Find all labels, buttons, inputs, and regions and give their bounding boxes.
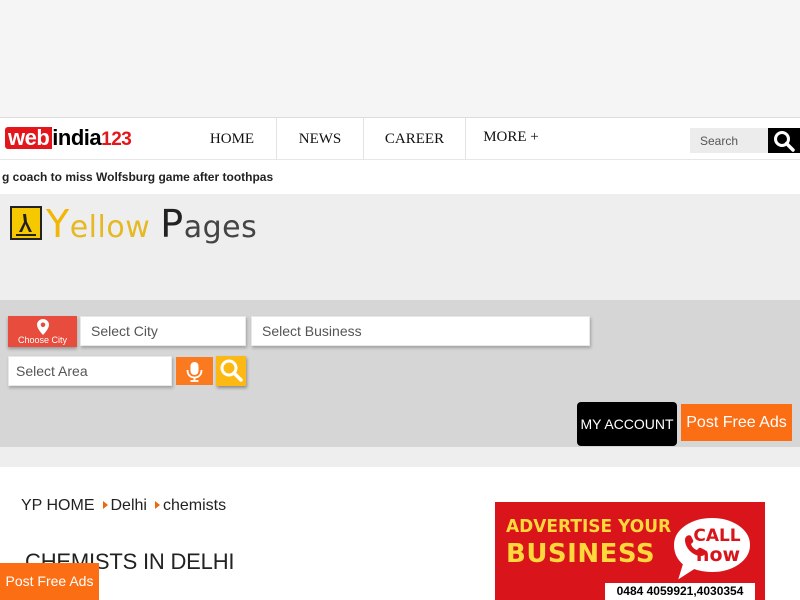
ad-phone-number: 0484 4059921,4030354 xyxy=(605,583,755,600)
ad-headline: ADVERTISE YOUR xyxy=(506,516,672,538)
nav-home[interactable]: HOME xyxy=(188,118,277,160)
section-divider xyxy=(0,447,800,467)
search-panel: Choose City MY ACCOUNT Post Free Ads xyxy=(0,300,800,447)
search-icon xyxy=(220,359,243,382)
breadcrumb-yp-home[interactable]: YP HOME xyxy=(21,497,95,514)
floating-post-free-ads-button[interactable]: Post Free Ads xyxy=(0,563,99,600)
yellow-pages-header: Yellow Pages xyxy=(0,194,800,300)
news-ticker[interactable]: g coach to miss Wolfsburg game after too… xyxy=(0,160,310,194)
breadcrumb: YP HOME Delhi chemists xyxy=(21,497,226,515)
select-business-input[interactable] xyxy=(251,316,590,346)
nav-more[interactable]: MORE + xyxy=(466,118,556,160)
select-area-input[interactable] xyxy=(8,356,172,386)
ad-now-text: now xyxy=(696,544,740,566)
choose-city-button[interactable]: Choose City xyxy=(8,316,77,347)
nav-career[interactable]: CAREER xyxy=(364,118,466,160)
yp-ellow: ellow xyxy=(69,210,151,245)
logo-india: india xyxy=(52,125,102,150)
breadcrumb-chemists[interactable]: chemists xyxy=(163,497,226,514)
yp-y: Y xyxy=(46,202,70,246)
voice-search-button[interactable] xyxy=(176,357,213,385)
main-content: YP HOME Delhi chemists CHEMISTS IN DELHI A… xyxy=(0,467,800,600)
nav-news[interactable]: NEWS xyxy=(277,118,364,160)
webindia123-logo[interactable]: web india123 xyxy=(5,125,132,150)
top-navigation: web india123 HOME NEWS CAREER MORE + xyxy=(0,118,800,160)
business-search-button[interactable] xyxy=(216,356,246,386)
site-search-input[interactable] xyxy=(690,128,768,153)
ad-subheadline: BUSINESS xyxy=(506,539,656,569)
yellow-pages-title: Yellow Pages xyxy=(46,202,257,246)
site-search-button[interactable] xyxy=(768,128,800,153)
yellow-pages-walking-fingers-icon xyxy=(10,206,42,245)
logo-123: 123 xyxy=(101,129,132,150)
my-account-button[interactable]: MY ACCOUNT xyxy=(577,402,677,446)
top-ad-space xyxy=(0,0,800,118)
search-icon xyxy=(774,131,795,152)
select-city-input[interactable] xyxy=(80,316,246,346)
choose-city-label: Choose City xyxy=(17,335,68,345)
yp-p: P xyxy=(160,202,184,246)
microphone-icon xyxy=(186,362,203,382)
post-free-ads-button[interactable]: Post Free Ads xyxy=(681,404,792,441)
advertise-banner[interactable]: ADVERTISE YOUR BUSINESS CALL now 0484 40… xyxy=(495,502,765,600)
yp-ages: ages xyxy=(183,210,258,245)
breadcrumb-arrow-icon xyxy=(154,501,160,510)
ad-call-text: CALL xyxy=(693,526,740,546)
breadcrumb-delhi[interactable]: Delhi xyxy=(111,497,147,514)
breadcrumb-arrow-icon xyxy=(102,501,108,510)
call-now-bubble: CALL now xyxy=(671,516,753,585)
location-pin-icon xyxy=(36,319,49,335)
logo-web: web xyxy=(5,127,53,149)
